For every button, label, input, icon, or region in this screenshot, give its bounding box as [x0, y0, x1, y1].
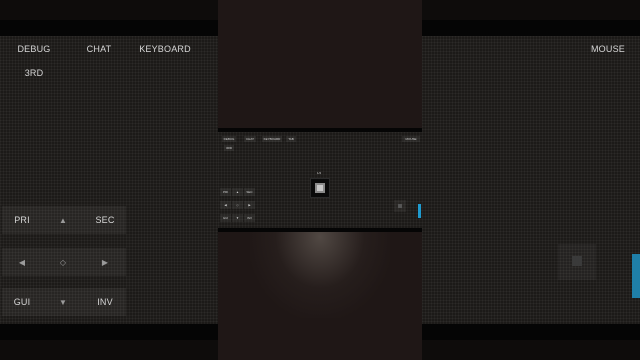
pri-button[interactable]: PRI [220, 188, 231, 196]
bg-debug-button: DEBUG [17, 44, 51, 54]
bg-right-arrow-icon: ▶ [84, 248, 126, 276]
game-viewport: DEBUG CHAT KEYBOARD TAB MOUSE 3RD 1/4 PR… [218, 132, 422, 228]
right-arrow-icon[interactable]: ▶ [244, 201, 255, 209]
counter-label: 1/4 [316, 170, 322, 175]
bg-gui-button: GUI [2, 288, 42, 316]
top-bar-left [0, 20, 218, 36]
hotbar-slot[interactable] [394, 200, 406, 212]
debug-button[interactable]: DEBUG [222, 136, 236, 142]
bg-center-icon: ◇ [42, 248, 84, 276]
bg-pri-button: PRI [2, 206, 42, 234]
mouse-button[interactable]: MOUSE [402, 136, 420, 142]
gui-button[interactable]: GUI [220, 214, 231, 222]
left-arrow-icon[interactable]: ◀ [220, 201, 231, 209]
tab-button[interactable]: TAB [286, 136, 296, 142]
third-person-button[interactable]: 3RD [224, 145, 234, 151]
inv-button[interactable]: INV [244, 214, 255, 222]
center-icon[interactable]: ◇ [232, 201, 243, 209]
background-panel-right: MOUSE [422, 36, 640, 324]
up-arrow-icon[interactable]: ▲ [232, 188, 243, 196]
sec-button[interactable]: SEC [244, 188, 255, 196]
bg-keyboard-button: KEYBOARD [139, 44, 191, 54]
light-glow [250, 228, 390, 318]
bg-third-person-button: 3RD [24, 68, 44, 78]
bg-scroll-accent [632, 254, 640, 298]
bg-sec-button: SEC [84, 206, 126, 234]
bg-mouse-button: MOUSE [590, 44, 625, 54]
bg-down-arrow-icon: ▼ [42, 288, 84, 316]
bg-left-arrow-icon: ◀ [2, 248, 42, 276]
bg-inv-button: INV [84, 288, 126, 316]
top-bar-right [422, 20, 640, 36]
slot-item-icon [398, 204, 402, 208]
bg-slot-item-icon [572, 256, 582, 266]
down-arrow-icon[interactable]: ▼ [232, 214, 243, 222]
crosshair-slot[interactable] [310, 178, 330, 198]
chat-button[interactable]: CHAT [244, 136, 256, 142]
bg-chat-button: CHAT [86, 44, 112, 54]
scroll-accent[interactable] [418, 204, 421, 218]
bg-up-arrow-icon: ▲ [42, 206, 84, 234]
bg-hotbar-slot [558, 244, 596, 280]
background-panel-left: DEBUG CHAT KEYBOARD 3RD PRI ▲ SEC ◀ ◇ ▶ … [0, 36, 218, 324]
keyboard-button[interactable]: KEYBOARD [262, 136, 282, 142]
bottom-bar-left [0, 324, 218, 340]
bottom-bar-right [422, 324, 640, 340]
held-item-icon [315, 183, 325, 193]
game-screen: DEBUG CHAT KEYBOARD TAB MOUSE 3RD 1/4 PR… [218, 128, 422, 232]
